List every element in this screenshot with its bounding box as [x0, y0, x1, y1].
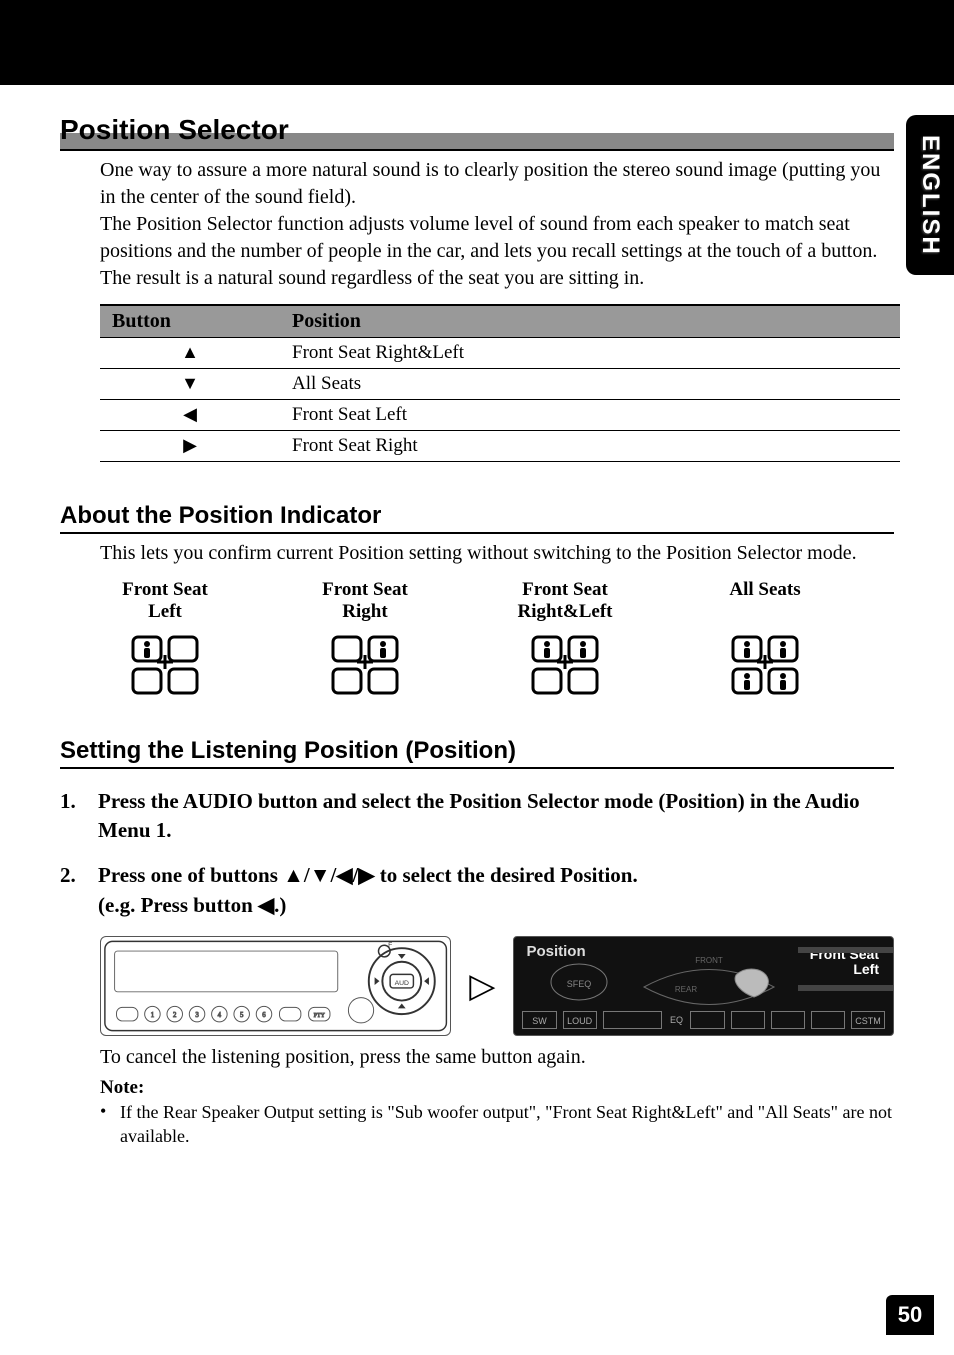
arrow-icon: ▷ [469, 966, 495, 1006]
step-2: 2. Press one of buttons ▲/▼/◀/▶ to selec… [60, 861, 894, 920]
subsection-indicator-title: About the Position Indicator [60, 502, 894, 534]
indicator-label-line2: Left [148, 601, 182, 622]
indicator-row: Front Seat Left Front Seat Right [90, 579, 894, 697]
table-row: ▲ Front Seat Right&Left [100, 337, 900, 368]
intro-paragraph: One way to assure a more natural sound i… [100, 157, 894, 292]
display-icon: EQ [668, 1011, 684, 1029]
language-tab: ENGLISH [906, 115, 954, 275]
display-icon [690, 1011, 724, 1029]
table-header-position: Position [280, 305, 900, 338]
indicator-front-left: Front Seat Left [90, 579, 240, 697]
position-value: All Seats [280, 368, 900, 399]
seat-icon-front-left [129, 635, 201, 697]
post-image-text: To cancel the listening position, press … [100, 1046, 894, 1069]
step-text: Press the AUDIO button and select the Po… [98, 787, 894, 846]
display-icon: SW [522, 1011, 556, 1029]
svg-text:FRONT: FRONT [696, 956, 724, 965]
head-unit-diagram: 1 2 3 4 5 6 PTY AUD [100, 936, 451, 1036]
display-icon [811, 1011, 845, 1029]
step-text: Press one of buttons ▲/▼/◀/▶ to select t… [98, 861, 894, 920]
top-black-bar [0, 0, 954, 85]
subsection-indicator-text: This lets you confirm current Position s… [100, 540, 894, 567]
button-symbol-left: ◀ [100, 399, 280, 430]
table-row: ▶ Front Seat Right [100, 430, 900, 461]
display-icon: CSTM [851, 1011, 885, 1029]
indicator-label-line1: Front Seat [122, 579, 208, 600]
display-icon [731, 1011, 765, 1029]
indicator-label-line1: Front Seat [322, 579, 408, 600]
bullet-icon: • [100, 1101, 120, 1148]
position-value: Front Seat Left [280, 399, 900, 430]
display-icon: LOUD [563, 1011, 597, 1029]
page-content: Position Selector One way to assure a mo… [0, 85, 954, 1148]
svg-text:1: 1 [151, 1012, 154, 1019]
step-number: 2. [60, 861, 98, 920]
svg-text:REAR: REAR [675, 985, 697, 994]
language-tab-label: ENGLISH [916, 135, 944, 256]
indicator-front-both: Front Seat Right&Left [490, 579, 640, 697]
button-symbol-down: ▼ [100, 368, 280, 399]
position-value: Front Seat Right [280, 430, 900, 461]
seat-icon-all-seats [729, 635, 801, 697]
svg-text:SFEQ: SFEQ [567, 979, 592, 989]
indicator-front-right: Front Seat Right [290, 579, 440, 697]
table-row: ▼ All Seats [100, 368, 900, 399]
table-header-button: Button [100, 305, 280, 338]
indicator-label-line2: Right&Left [518, 601, 613, 622]
svg-text:AUD: AUD [395, 980, 409, 987]
svg-text:PTY: PTY [314, 1013, 326, 1019]
display-icon [771, 1011, 805, 1029]
step-list: 1. Press the AUDIO button and select the… [60, 787, 894, 921]
indicator-all-seats: All Seats [690, 579, 840, 697]
button-symbol-right: ▶ [100, 430, 280, 461]
position-value: Front Seat Right&Left [280, 337, 900, 368]
page-number: 50 [886, 1295, 934, 1335]
indicator-label-line1: All Seats [729, 579, 800, 600]
table-row: ◀ Front Seat Left [100, 399, 900, 430]
subsection-setting-title: Setting the Listening Position (Position… [60, 737, 894, 769]
button-position-table: Button Position ▲ Front Seat Right&Left … [100, 304, 900, 462]
section-title: Position Selector [60, 113, 894, 151]
step-1: 1. Press the AUDIO button and select the… [60, 787, 894, 846]
diagram-row: 1 2 3 4 5 6 PTY AUD [100, 936, 894, 1036]
seat-icon-front-both [529, 635, 601, 697]
display-panel-diagram: Position Front Seat Left SFEQ FRONT REAR… [513, 936, 894, 1036]
display-icon [603, 1011, 663, 1029]
svg-text:F: F [388, 942, 392, 949]
indicator-label-line2: Right [342, 601, 387, 622]
seat-icon-front-right [329, 635, 401, 697]
note-text: If the Rear Speaker Output setting is "S… [120, 1101, 894, 1148]
step-number: 1. [60, 787, 98, 846]
button-symbol-up: ▲ [100, 337, 280, 368]
note-bullet: • If the Rear Speaker Output setting is … [100, 1101, 894, 1148]
indicator-label-line1: Front Seat [522, 579, 608, 600]
note-label: Note: [100, 1077, 894, 1099]
display-bottom-row: SW LOUD EQ CSTM [522, 1011, 885, 1029]
